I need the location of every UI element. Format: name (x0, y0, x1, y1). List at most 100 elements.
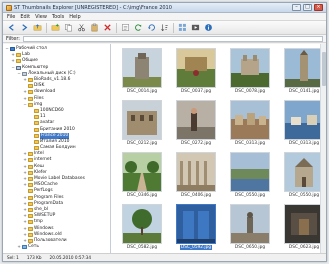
collapse-icon[interactable]: − (11, 65, 15, 70)
thumbnail-image[interactable] (122, 48, 162, 88)
thumbnail-image[interactable] (284, 204, 324, 244)
refresh-button[interactable] (133, 22, 144, 33)
forward-button[interactable] (19, 22, 30, 33)
network-icon (22, 245, 27, 250)
thumbnail-image[interactable] (122, 100, 162, 140)
folder-icon (34, 127, 39, 132)
copy-button[interactable] (63, 22, 74, 33)
info-button[interactable] (203, 22, 214, 33)
slideshow-icon (191, 24, 200, 31)
menu-file[interactable]: File (7, 14, 15, 20)
thumbnail-image[interactable] (230, 152, 270, 192)
collapse-icon[interactable]: − (23, 102, 27, 107)
new-folder-button[interactable] (50, 22, 61, 33)
sort-button[interactable] (159, 22, 170, 33)
menu-edit[interactable]: Edit (20, 14, 30, 20)
folder-icon (28, 232, 33, 237)
refresh-icon (135, 24, 142, 31)
expand-icon[interactable]: + (23, 232, 27, 237)
thumbnail-image[interactable] (176, 48, 216, 88)
thumbnail-item[interactable]: DSC_0582.jpg (120, 204, 164, 254)
menu-help[interactable]: Help (69, 14, 80, 20)
expand-icon[interactable]: + (23, 183, 27, 187)
thumbnail-grid[interactable]: DSC_0014.jpg DSC_0037.jpg DSC_0078.jpg DSC_… (111, 44, 326, 254)
menu-view[interactable]: View (35, 14, 47, 20)
tree-item-label: Общие (22, 58, 38, 64)
maximize-button[interactable]: □ (303, 4, 312, 11)
expand-icon[interactable]: + (23, 177, 27, 181)
thumbnail-item[interactable]: DSC_0346.jpg (120, 152, 164, 202)
scroll-thumb[interactable] (322, 52, 326, 86)
thumbnail-item[interactable]: DSC_0313.jpg (228, 100, 272, 150)
thumbnail-filename: DSC_0141.jpg (288, 89, 320, 94)
thumbnail-image[interactable] (230, 204, 270, 244)
thumbnail-filename: DSC_0037.jpg (180, 89, 212, 94)
expand-icon[interactable]: + (23, 238, 27, 243)
folder-icon (28, 207, 33, 212)
rotate-button[interactable] (146, 22, 157, 33)
toolbar-separator (116, 22, 117, 33)
thumbnail-item[interactable]: DSC_0650.jpg (228, 204, 272, 254)
tree-item-label: Кеш (34, 163, 44, 169)
expand-icon[interactable]: + (17, 245, 21, 249)
cut-button[interactable] (76, 22, 87, 33)
thumbnail-item[interactable]: DSC_0037.jpg (174, 48, 218, 98)
thumbnail-item[interactable]: DSC_0078.jpg (228, 48, 272, 98)
collapse-icon[interactable]: − (5, 47, 9, 51)
folder-tree[interactable]: − Рабочий стол + Lab + Общие − Компьютер − Локаль… (3, 44, 111, 254)
up-folder-button[interactable] (32, 22, 43, 33)
expand-icon[interactable]: + (11, 59, 15, 63)
expand-icon[interactable]: + (11, 53, 15, 57)
thumbnail-item[interactable]: DSC_0406.jpg (174, 152, 218, 202)
collapse-icon[interactable]: − (17, 71, 21, 76)
folder-icon (28, 201, 33, 206)
expand-icon[interactable]: + (23, 214, 27, 218)
photo-thumbnail (177, 153, 215, 191)
expand-icon[interactable]: + (23, 226, 27, 231)
expand-icon[interactable]: + (23, 170, 27, 175)
thumbnail-image[interactable] (176, 204, 216, 244)
menu-tools[interactable]: Tools (52, 14, 64, 20)
expand-icon[interactable]: + (23, 220, 27, 224)
thumbnail-item[interactable]: DSC_0550.jpg (228, 152, 272, 202)
filter-input[interactable] (22, 35, 323, 42)
photo-thumbnail (285, 153, 323, 191)
tree-item[interactable]: + Сеть (3, 244, 110, 250)
expand-icon[interactable]: + (23, 152, 27, 156)
slideshow-button[interactable] (190, 22, 201, 33)
thumbnail-image[interactable] (284, 48, 324, 88)
thumbnail-item[interactable]: DSC_0592.jpg (174, 204, 218, 254)
thumbnail-image[interactable] (122, 204, 162, 244)
thumbnail-image[interactable] (284, 100, 324, 140)
close-button[interactable]: × (314, 4, 323, 11)
delete-button[interactable] (102, 22, 113, 33)
properties-icon (122, 24, 129, 31)
properties-button[interactable] (120, 22, 131, 33)
expand-icon[interactable]: + (23, 158, 27, 162)
paste-button[interactable] (89, 22, 100, 33)
thumbnail-item[interactable]: DSC_0272.jpg (174, 100, 218, 150)
expand-icon[interactable]: + (23, 207, 27, 212)
expand-icon[interactable]: + (23, 201, 27, 206)
thumbnail-image[interactable] (122, 152, 162, 192)
vertical-scrollbar[interactable] (320, 44, 326, 254)
expand-icon[interactable]: + (23, 90, 27, 94)
thumbnail-item[interactable]: DSC_0014.jpg (120, 48, 164, 98)
thumbnail-image[interactable] (176, 152, 216, 192)
cut-icon (78, 24, 85, 32)
back-button[interactable] (6, 22, 17, 33)
expand-icon[interactable]: + (23, 164, 27, 169)
thumbnail-item[interactable]: DSC_0212.jpg (120, 100, 164, 150)
thumbnail-image[interactable] (284, 152, 324, 192)
expand-icon[interactable]: + (23, 96, 27, 101)
thumbnail-image[interactable] (176, 100, 216, 140)
expand-icon[interactable]: + (23, 195, 27, 200)
minimize-button[interactable]: – (292, 4, 301, 11)
view-mode-button[interactable] (177, 22, 188, 33)
thumbnail-image[interactable] (230, 48, 270, 88)
photo-thumbnail (231, 49, 269, 87)
thumbnail-image[interactable] (230, 100, 270, 140)
expand-icon[interactable]: + (23, 78, 27, 82)
tree-item-label: Windows.old (34, 231, 62, 237)
